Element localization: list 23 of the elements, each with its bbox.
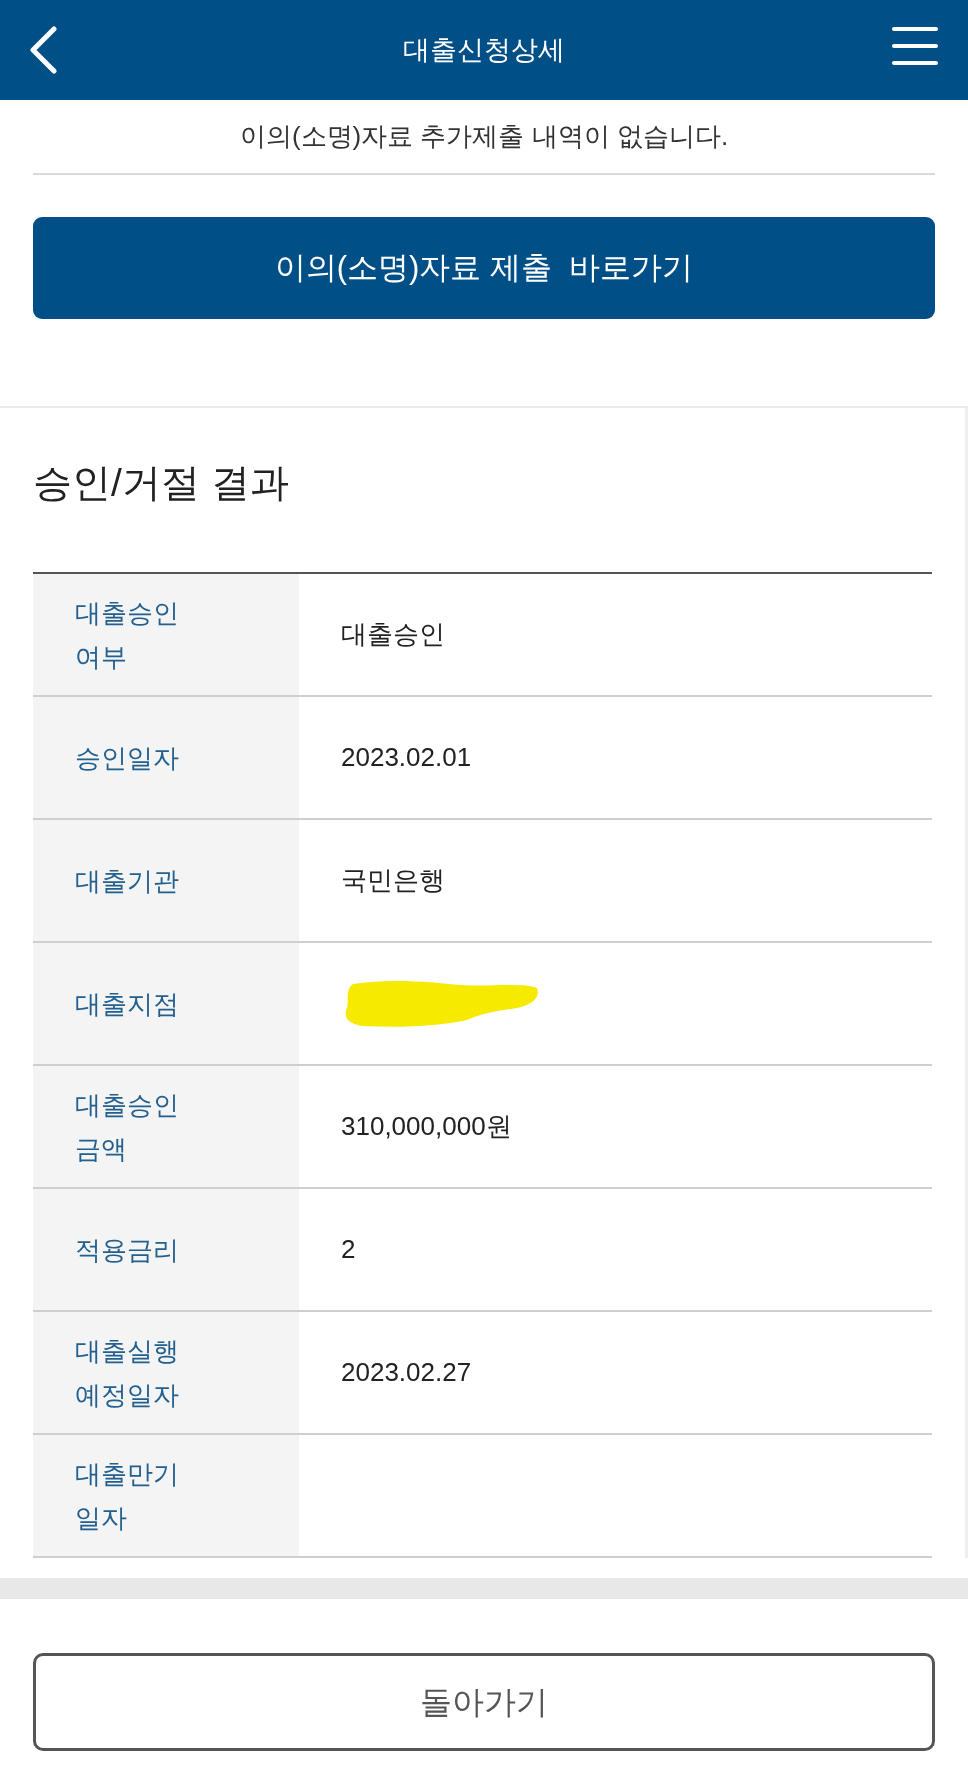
- field-label: 승인일자: [75, 741, 179, 775]
- field-label: 대출지점: [75, 987, 179, 1021]
- field-label: 대출실행 예정일자: [75, 1334, 180, 1412]
- field-label: 대출승인 여부: [75, 596, 180, 674]
- section-title: 승인/거절 결과: [33, 460, 289, 506]
- field-label: 대출승인 금액: [75, 1088, 180, 1166]
- back-chevron-icon: [28, 26, 58, 74]
- go-back-button[interactable]: 돌아가기: [33, 1653, 935, 1751]
- back-button[interactable]: [28, 26, 58, 74]
- field-label: 적용금리: [75, 1233, 179, 1267]
- submit-objection-button[interactable]: 이의(소명)자료 제출 바로가기: [33, 217, 935, 319]
- field-label: 대출만기 일자: [75, 1457, 180, 1535]
- menu-icon: [892, 26, 938, 66]
- field-value: 310,000,000원: [341, 1110, 512, 1143]
- field-value: 대출승인: [341, 618, 445, 651]
- notice-text: 이의(소명)자료 추가제출 내역이 없습니다.: [239, 120, 729, 153]
- page-title: 대출신청상세: [403, 33, 565, 67]
- field-value: 국민은행: [341, 864, 445, 897]
- field-value: 2: [341, 1233, 356, 1266]
- field-value: 2023.02.01: [341, 741, 472, 774]
- menu-button[interactable]: [892, 26, 938, 66]
- field-label: 대출기관: [75, 864, 179, 898]
- field-value: 2023.02.27: [341, 1356, 472, 1389]
